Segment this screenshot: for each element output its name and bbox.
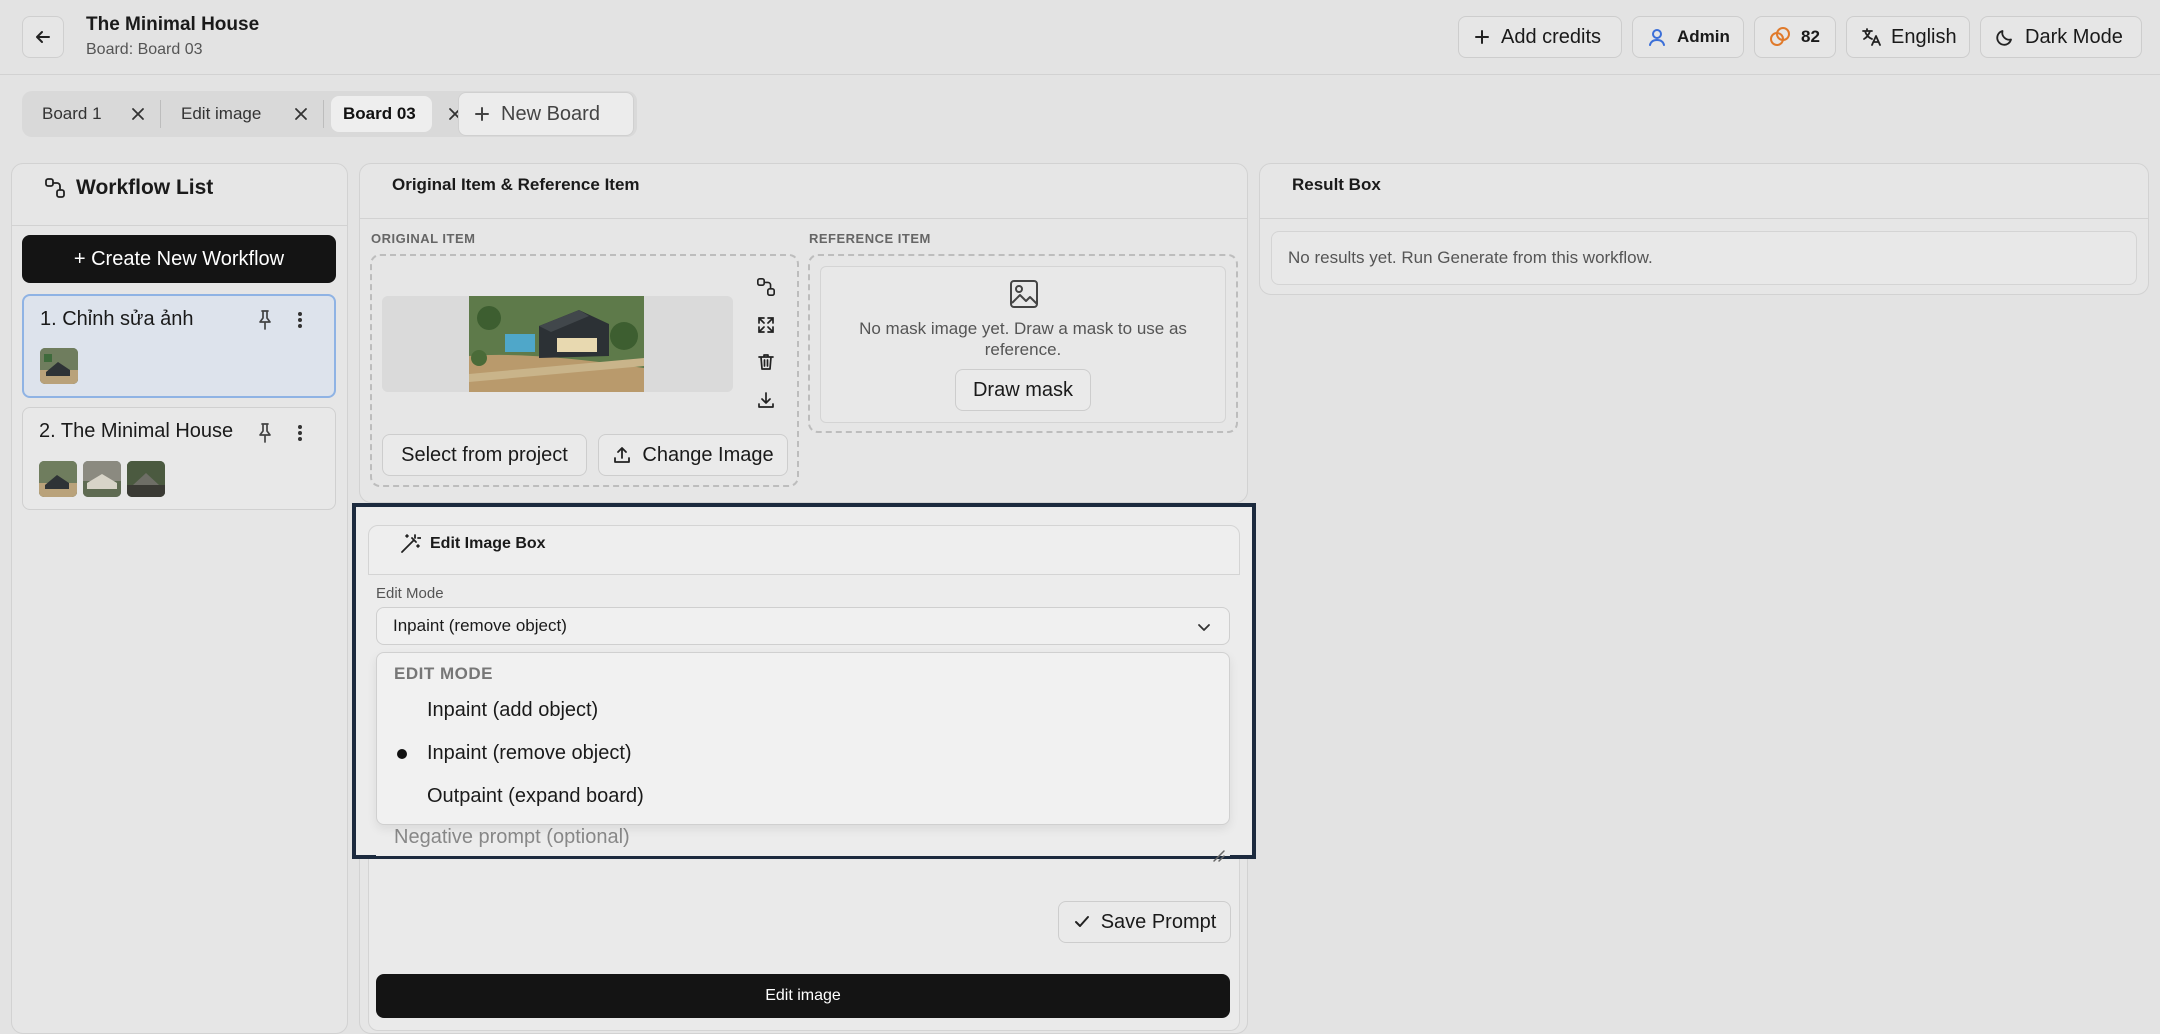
coins-icon [1769,26,1791,48]
user-icon [1647,27,1667,47]
tab-divider [323,100,324,128]
edit-image-button[interactable]: Edit image [376,974,1230,1018]
edit-mode-value: Inpaint (remove object) [393,616,567,635]
pin-icon[interactable] [255,422,275,444]
credits-button[interactable]: 82 [1754,16,1836,58]
no-results-text: No results yet. Run Generate from this w… [1288,248,1653,267]
add-credits-button[interactable]: Add credits [1458,16,1622,58]
user-menu-button[interactable]: Admin [1632,16,1744,58]
menu-option-inpaint-remove[interactable]: Inpaint (remove object) [427,742,632,765]
image-icon [1008,278,1040,310]
negative-prompt-input[interactable]: Negative prompt (optional) [376,826,1230,856]
pin-icon[interactable] [255,309,275,331]
menu-heading: EDIT MODE [394,664,493,683]
back-button[interactable] [22,16,64,58]
workflow-item-label: 2. The Minimal House [39,420,234,442]
negative-prompt-placeholder: Negative prompt (optional) [394,826,630,848]
page-title: The Minimal House [86,14,260,35]
more-vertical-icon[interactable] [292,422,308,444]
selected-dot-icon [397,749,407,759]
change-image-button[interactable]: Change Image [598,434,788,476]
translate-icon [1861,27,1881,47]
save-prompt-button[interactable]: Save Prompt [1058,901,1231,943]
change-image-label: Change Image [642,443,774,466]
add-credits-label: Add credits [1501,25,1602,48]
tab-label: Edit image [181,104,262,123]
tab-label: Board 1 [42,104,102,123]
upload-icon [612,445,632,465]
expand-icon[interactable] [744,308,788,342]
download-icon[interactable] [744,383,788,417]
arrow-left-icon [33,27,53,47]
tab-board-03[interactable]: Board 03 [331,96,432,132]
house-image [469,296,644,392]
dark-mode-label: Dark Mode [2025,25,2123,48]
compare-icon[interactable] [744,270,788,304]
chevron-down-icon [1195,618,1213,636]
panel-header [1260,164,2148,219]
workflow-list-title: Workflow List [76,176,214,199]
workflow-item-label: 1. Chỉnh sửa ảnh [40,308,194,330]
resize-handle-icon[interactable] [1212,849,1226,863]
edit-mode-label: Edit Mode [376,585,444,602]
save-prompt-label: Save Prompt [1100,910,1217,933]
close-icon[interactable] [291,104,311,124]
edit-box-title: Edit Image Box [430,535,546,552]
select-from-project-button[interactable]: Select from project [382,434,587,476]
draw-mask-button[interactable]: Draw mask [955,369,1091,411]
check-icon [1073,913,1091,931]
original-panel-title: Original Item & Reference Item [392,175,640,194]
workflow-item[interactable]: 2. The Minimal House [22,407,336,510]
credits-count: 82 [1801,27,1820,46]
reference-item-label: REFERENCE ITEM [809,231,931,246]
menu-option-inpaint-add[interactable]: Inpaint (add object) [427,699,598,722]
more-vertical-icon[interactable] [292,309,308,331]
tab-divider [160,100,161,128]
workflow-item[interactable]: 1. Chỉnh sửa ảnh [22,294,336,398]
original-item-label: ORIGINAL ITEM [371,231,476,246]
wand-icon [399,533,421,555]
close-icon[interactable] [128,104,148,124]
workflow-thumbnail [40,348,78,384]
edit-mode-select[interactable]: Inpaint (remove object) [376,607,1230,645]
create-workflow-button[interactable]: + Create New Workflow [22,235,336,283]
board-subtitle: Board: Board 03 [86,41,203,58]
edit-mode-menu: EDIT MODE Inpaint (add object) Inpaint (… [376,652,1230,825]
workflow-thumbnail [39,461,77,497]
moon-icon [1995,27,2015,47]
workflow-thumbnail [127,461,165,497]
dark-mode-button[interactable]: Dark Mode [1980,16,2142,58]
workflow-thumbnail [83,461,121,497]
plus-icon [473,105,491,123]
menu-option-outpaint[interactable]: Outpaint (expand board) [427,785,644,808]
trash-icon[interactable] [744,345,788,379]
plus-icon [1473,28,1491,46]
no-mask-text: No mask image yet. Draw a mask to use as… [859,319,1187,359]
top-header: The Minimal House Board: Board 03 Add cr… [0,0,2160,75]
workflow-icon [44,177,66,199]
tab-label: Board 03 [343,104,416,123]
new-board-label: New Board [501,102,600,125]
user-name: Admin [1677,27,1730,46]
result-box-title: Result Box [1292,175,1381,194]
language-label: English [1891,25,1957,48]
new-board-button[interactable]: New Board [458,92,634,136]
language-button[interactable]: English [1846,16,1970,58]
